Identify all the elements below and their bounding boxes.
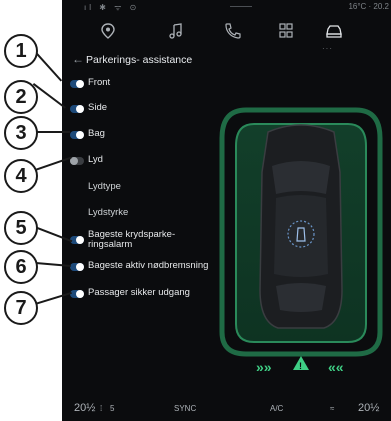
callout-labels: 1 2 3 4 5 6 7 bbox=[0, 0, 120, 421]
warning-mark: ! bbox=[299, 361, 302, 371]
callout-2: 2 bbox=[4, 80, 38, 114]
callout-1: 1 bbox=[4, 34, 38, 68]
music-note-icon[interactable] bbox=[166, 22, 186, 40]
passenger-temp[interactable]: 20½ bbox=[358, 402, 379, 414]
status-divider bbox=[230, 6, 252, 7]
apps-grid-icon[interactable] bbox=[276, 22, 296, 40]
callout-5: 5 bbox=[4, 211, 38, 245]
car-windshield bbox=[272, 161, 330, 194]
car-rear-window bbox=[276, 283, 326, 312]
car-icon[interactable] bbox=[324, 22, 344, 40]
callout-6: 6 bbox=[4, 250, 38, 284]
parking-sensor-view: »» ! «« bbox=[212, 90, 390, 382]
callout-4: 4 bbox=[4, 159, 38, 193]
phone-icon[interactable] bbox=[222, 22, 242, 40]
left-approach-arrows: »» bbox=[256, 359, 272, 375]
seat-heat-icon[interactable]: ≈ bbox=[330, 404, 334, 413]
right-approach-arrows: «« bbox=[328, 359, 344, 375]
sync-button[interactable]: SYNC bbox=[174, 404, 196, 413]
ac-button[interactable]: A/C bbox=[270, 404, 283, 413]
callout-leader bbox=[35, 262, 71, 268]
car-roof bbox=[274, 195, 328, 277]
callout-leader bbox=[36, 131, 70, 133]
callout-3: 3 bbox=[4, 116, 38, 150]
temperature-time: 16°C · 20.2 bbox=[348, 2, 389, 11]
callout-7: 7 bbox=[4, 291, 38, 325]
callout-leader bbox=[35, 291, 72, 305]
callout-leader bbox=[35, 156, 72, 171]
active-tab-indicator: ··· bbox=[322, 44, 333, 53]
callout-leader bbox=[34, 226, 73, 243]
